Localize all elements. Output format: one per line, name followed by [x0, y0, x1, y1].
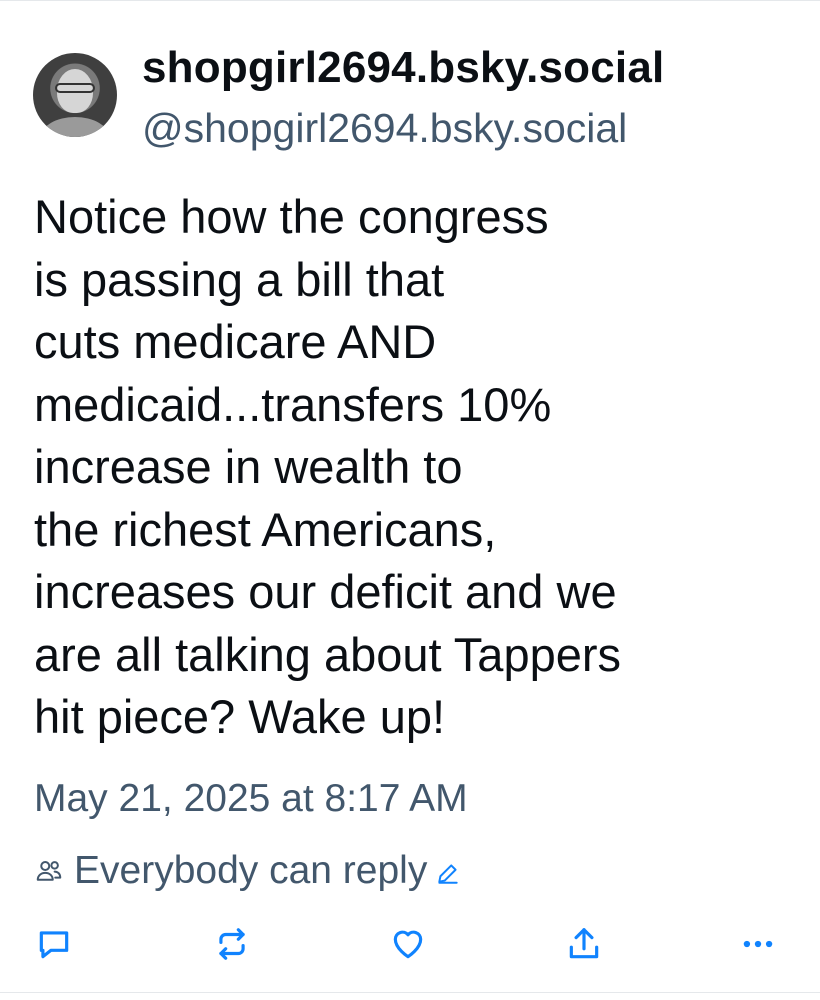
avatar-shoulders	[41, 117, 109, 137]
post-text-line: increases our deficit and we	[34, 565, 617, 618]
avatar[interactable]	[33, 53, 117, 137]
top-divider	[0, 0, 820, 1]
reply-setting[interactable]: Everybody can reply	[34, 846, 461, 896]
post-text-line: hit piece? Wake up!	[34, 690, 446, 743]
post-text-line: the richest Americans,	[34, 502, 497, 556]
reply-setting-label: Everybody can reply	[74, 849, 428, 892]
speech-bubble-icon	[39, 931, 69, 959]
post-text-line: medicaid...transfers 10%	[34, 377, 552, 431]
like-button[interactable]	[388, 924, 428, 964]
post-text-line: is passing a bill that	[34, 252, 445, 306]
pencil-icon[interactable]	[435, 860, 461, 886]
post-text-line: Notice how the congress	[34, 190, 549, 243]
author-display-name[interactable]: shopgirl2694.bsky.social	[142, 40, 664, 96]
bottom-divider	[0, 992, 820, 993]
avatar-glasses	[55, 83, 95, 93]
share-upload-icon	[569, 928, 599, 959]
share-button[interactable]	[564, 924, 604, 964]
heart-icon	[393, 930, 423, 959]
people-icon	[36, 861, 62, 881]
post-text-line: increase in wealth to	[34, 440, 463, 493]
post-text-line: are all talking about Tappers	[34, 627, 622, 681]
more-dots-icon	[743, 940, 773, 948]
more-options-button[interactable]	[738, 924, 778, 964]
post-actions-bar	[0, 916, 820, 972]
post-text: Notice how the congress is passing a bil…	[34, 186, 794, 749]
author-handle[interactable]: @shopgirl2694.bsky.social	[142, 102, 627, 154]
reply-button[interactable]	[34, 924, 74, 964]
repost-arrows-icon	[219, 928, 245, 960]
post-timestamp: May 21, 2025 at 8:17 AM	[34, 777, 468, 820]
post-text-line: cuts medicare AND	[34, 315, 437, 368]
repost-button[interactable]	[212, 924, 252, 964]
